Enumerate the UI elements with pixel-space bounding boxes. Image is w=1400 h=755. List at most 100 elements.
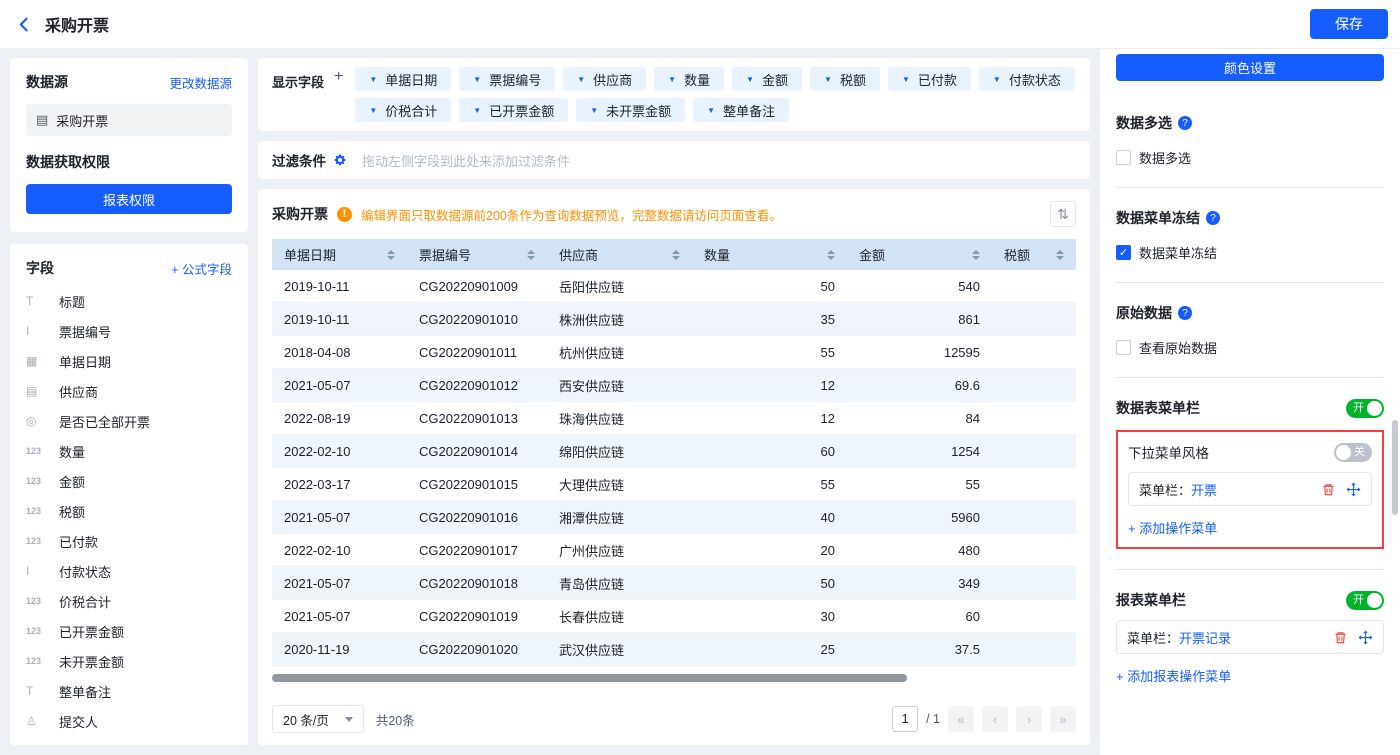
display-field-chip[interactable]: ▼价税合计	[355, 98, 451, 122]
sort-arrows-icon[interactable]	[387, 250, 395, 260]
column-header[interactable]: 票据编号	[407, 239, 547, 270]
table-row[interactable]: 2022-03-17CG20220901015大理供应链5555	[272, 468, 1076, 501]
report-menu-item-row[interactable]: 菜单栏： 开票记录	[1116, 620, 1384, 654]
sort-order-button[interactable]: ⇅	[1050, 201, 1076, 227]
color-settings-button[interactable]: 颜色设置	[1116, 54, 1384, 81]
formula-field-link[interactable]: + 公式字段	[171, 259, 232, 278]
column-header[interactable]: 数量	[692, 239, 847, 270]
field-item[interactable]: I票据编号	[26, 316, 232, 346]
field-item[interactable]: T整单备注	[26, 676, 232, 706]
table-row[interactable]: 2021-05-07CG20220901019长春供应链3060	[272, 600, 1076, 633]
page-size-select[interactable]: 20 条/页	[272, 705, 364, 733]
table-row[interactable]: 2022-02-10CG20220901017广州供应链20480	[272, 534, 1076, 567]
report-menu-toggle[interactable]: 开	[1346, 591, 1384, 610]
table-row[interactable]: 2021-05-07CG20220901016湘潭供应链405960	[272, 501, 1076, 534]
sort-arrows-icon[interactable]	[1056, 250, 1064, 260]
field-item[interactable]: I付款状态	[26, 556, 232, 586]
field-item[interactable]: 123税额	[26, 496, 232, 526]
field-item[interactable]: ◎是否已全部开票	[26, 406, 232, 436]
menu-item-value[interactable]: 开票记录	[1179, 628, 1231, 647]
column-header[interactable]: 单据日期	[272, 239, 407, 270]
field-item[interactable]: 123已开票金额	[26, 616, 232, 646]
field-item[interactable]: 123金额	[26, 466, 232, 496]
table-menu-toggle[interactable]: 开	[1346, 399, 1384, 418]
sort-arrows-icon[interactable]	[827, 250, 835, 260]
field-item[interactable]: ▦单据日期	[26, 346, 232, 376]
table-cell: 2021-05-07	[272, 600, 407, 632]
help-icon[interactable]: ?	[1178, 306, 1192, 320]
delete-icon[interactable]	[1321, 482, 1336, 497]
add-action-menu-link[interactable]: + 添加操作菜单	[1128, 518, 1372, 537]
display-field-chip[interactable]: ▼付款状态	[979, 67, 1075, 91]
raw-data-checkbox[interactable]	[1116, 340, 1131, 355]
scrollbar-thumb[interactable]	[272, 674, 907, 682]
sort-arrows-icon[interactable]	[527, 250, 535, 260]
field-item[interactable]: 123数量	[26, 436, 232, 466]
chip-label: 供应商	[593, 70, 632, 89]
table-menu-item-row[interactable]: 菜单栏： 开票	[1128, 472, 1372, 506]
table-cell: 50	[692, 567, 847, 599]
display-field-chip[interactable]: ▼单据日期	[355, 67, 451, 91]
display-field-chip[interactable]: ▼未开票金额	[576, 98, 685, 122]
column-header[interactable]: 金额	[847, 239, 992, 270]
add-report-menu-link[interactable]: + 添加报表操作菜单	[1116, 666, 1384, 685]
column-header[interactable]: 供应商	[547, 239, 692, 270]
display-field-chip[interactable]: ▼税额	[810, 67, 880, 91]
column-header[interactable]: 税额	[992, 239, 1076, 270]
sort-arrows-icon[interactable]	[972, 250, 980, 260]
field-item[interactable]: 123价税合计	[26, 586, 232, 616]
display-field-chip[interactable]: ▼金额	[732, 67, 802, 91]
field-item[interactable]: ♙提交人	[26, 706, 232, 736]
horizontal-scrollbar[interactable]	[272, 674, 1076, 682]
last-page-button[interactable]: »	[1050, 706, 1076, 732]
raw-data-row[interactable]: 查看原始数据	[1116, 338, 1384, 357]
field-item[interactable]: 123已付款	[26, 526, 232, 556]
table-cell: 大理供应链	[547, 468, 692, 500]
help-icon[interactable]: ?	[1178, 116, 1192, 130]
field-item[interactable]: T标题	[26, 286, 232, 316]
multi-select-checkbox[interactable]	[1116, 150, 1131, 165]
current-page[interactable]: 1	[892, 706, 918, 732]
table-row[interactable]: 2021-05-07CG20220901012西安供应链1269.6	[272, 369, 1076, 402]
gear-icon[interactable]	[333, 153, 347, 167]
field-item[interactable]: 123未开票金额	[26, 646, 232, 676]
add-display-field-button[interactable]: +	[334, 68, 343, 86]
display-field-chip[interactable]: ▼整单备注	[693, 98, 789, 122]
dropdown-style-toggle[interactable]: 关	[1334, 443, 1372, 462]
menu-freeze-row[interactable]: 数据菜单冻结	[1116, 243, 1384, 262]
prev-page-button[interactable]: ‹	[982, 706, 1008, 732]
vertical-scrollbar[interactable]	[1392, 420, 1398, 515]
move-icon[interactable]	[1358, 630, 1373, 645]
delete-icon[interactable]	[1333, 630, 1348, 645]
table-row[interactable]: 2019-10-11CG20220901010株洲供应链35861	[272, 303, 1076, 336]
menu-freeze-checkbox[interactable]	[1116, 245, 1131, 260]
table-row[interactable]: 2021-05-07CG20220901018青岛供应链50349	[272, 567, 1076, 600]
raw-data-title: 原始数据	[1116, 303, 1172, 323]
report-permission-button[interactable]: 报表权限	[26, 184, 232, 214]
field-label: 供应商	[59, 382, 98, 401]
display-field-chip[interactable]: ▼已开票金额	[459, 98, 568, 122]
multi-select-row[interactable]: 数据多选	[1116, 148, 1384, 167]
save-button[interactable]: 保存	[1310, 9, 1388, 39]
table-row[interactable]: 2022-02-10CG20220901014绵阳供应链601254	[272, 435, 1076, 468]
first-page-button[interactable]: «	[948, 706, 974, 732]
table-row[interactable]: 2019-10-11CG20220901009岳阳供应链50540	[272, 270, 1076, 303]
field-item[interactable]: ▤供应商	[26, 376, 232, 406]
raw-data-label: 查看原始数据	[1139, 338, 1217, 357]
datasource-panel: 数据源 更改数据源 ▤ 采购开票 数据获取权限 报表权限	[10, 58, 248, 232]
table-row[interactable]: 2018-04-08CG20220901011杭州供应链5512595	[272, 336, 1076, 369]
datasource-item[interactable]: ▤ 采购开票	[26, 104, 232, 136]
display-field-chip[interactable]: ▼已付款	[888, 67, 971, 91]
display-field-chip[interactable]: ▼数量	[654, 67, 724, 91]
menu-item-value[interactable]: 开票	[1191, 480, 1217, 499]
display-field-chip[interactable]: ▼供应商	[563, 67, 646, 91]
table-row[interactable]: 2022-08-19CG20220901013珠海供应链1284	[272, 402, 1076, 435]
move-icon[interactable]	[1346, 482, 1361, 497]
next-page-button[interactable]: ›	[1016, 706, 1042, 732]
table-row[interactable]: 2020-11-19CG20220901020武汉供应链2537.5	[272, 633, 1076, 666]
back-button[interactable]	[14, 14, 35, 35]
sort-arrows-icon[interactable]	[672, 250, 680, 260]
display-field-chip[interactable]: ▼票据编号	[459, 67, 555, 91]
help-icon[interactable]: ?	[1206, 211, 1220, 225]
change-datasource-link[interactable]: 更改数据源	[169, 73, 232, 92]
